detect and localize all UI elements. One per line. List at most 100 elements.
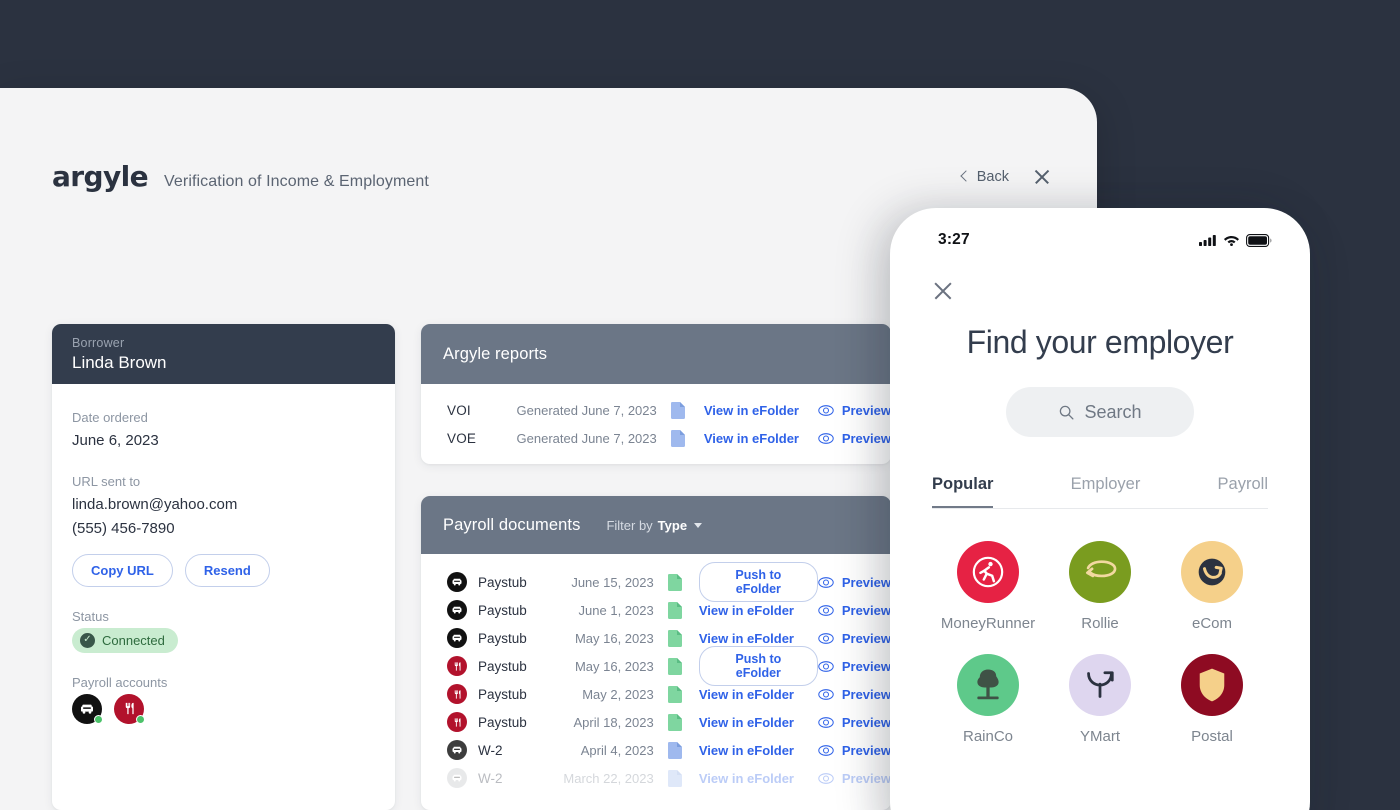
payroll-account-restaurant[interactable] xyxy=(114,693,145,724)
employer-tile-rainco[interactable]: RainCo xyxy=(932,654,1044,745)
eye-icon xyxy=(818,660,834,672)
borrower-card-header: Borrower Linda Brown xyxy=(52,324,395,384)
restaurant-icon xyxy=(454,717,461,727)
filter-value-label: Type xyxy=(657,517,688,533)
preview-button[interactable]: Preview xyxy=(818,743,891,758)
document-icon-green xyxy=(667,685,682,703)
smile-arrow-icon xyxy=(1198,558,1226,586)
runner-icon xyxy=(972,556,1004,588)
url-sent-label: URL sent to xyxy=(72,474,141,490)
employer-tile-postal[interactable]: Postal xyxy=(1156,654,1268,745)
argyle-reports-header: Argyle reports xyxy=(421,324,891,384)
eye-icon xyxy=(818,744,834,756)
eye-icon xyxy=(818,432,834,444)
view-in-efolder-link[interactable]: View in eFolder xyxy=(699,743,794,758)
borrower-card-body: Date ordered June 6, 2023 URL sent to li… xyxy=(52,384,395,766)
preview-button[interactable]: Preview xyxy=(818,687,891,702)
eye-icon xyxy=(818,716,834,728)
employer-tile-ecom[interactable]: eCom xyxy=(1156,541,1268,632)
tab-popular[interactable]: Popular xyxy=(932,475,994,508)
employer-avatar xyxy=(447,740,467,760)
restaurant-icon xyxy=(454,661,461,671)
preview-button[interactable]: Preview xyxy=(818,603,891,618)
preview-button[interactable]: Preview xyxy=(818,631,891,646)
filter-by-type-dropdown[interactable]: Filter by Type xyxy=(606,517,703,533)
employer-tile-ymart[interactable]: YMart xyxy=(1044,654,1156,745)
view-in-efolder-link[interactable]: View in eFolder xyxy=(699,771,794,786)
document-date: April 4, 2023 xyxy=(580,742,654,758)
restaurant-icon xyxy=(454,689,461,699)
report-type: VOI xyxy=(447,402,471,418)
phone-mockup: 3:27 Find your employer Search Popular E… xyxy=(890,208,1310,810)
preview-button[interactable]: Preview xyxy=(818,659,891,674)
url-sent-field: URL sent to linda.brown@yahoo.com (555) … xyxy=(72,474,375,587)
document-type: Paystub xyxy=(478,658,527,674)
payroll-documents-rows: Paystub June 15, 2023 Push to eFolder Previ… xyxy=(421,554,891,792)
restaurant-icon xyxy=(125,703,134,715)
preview-label: Preview xyxy=(841,574,891,590)
car-icon xyxy=(452,606,462,614)
preview-button[interactable]: Preview xyxy=(818,771,891,786)
view-in-efolder-link[interactable]: View in eFolder xyxy=(699,603,794,618)
document-date: May 16, 2023 xyxy=(574,658,654,674)
payroll-documents-card: Payroll documents Filter by Type Paystub… xyxy=(421,496,891,810)
close-icon[interactable] xyxy=(1033,168,1051,186)
employer-avatar xyxy=(447,628,467,648)
report-row: VOE Generated June 7, 2023 View in eFolder… xyxy=(421,424,891,452)
table-row: W-2 March 22, 2023 View in eFolder Preview xyxy=(421,764,891,792)
back-button[interactable]: Back xyxy=(960,169,1009,185)
preview-button[interactable]: Preview xyxy=(818,431,891,446)
account-status-dot xyxy=(136,714,145,724)
resend-button[interactable]: Resend xyxy=(184,553,270,587)
header-controls: Back xyxy=(960,168,1051,186)
view-in-efolder-link[interactable]: View in eFolder xyxy=(699,631,794,646)
document-date: March 22, 2023 xyxy=(563,770,654,786)
push-to-efolder-button[interactable]: Push to eFolder xyxy=(698,646,818,686)
phone-status-bar: 3:27 xyxy=(890,208,1310,262)
view-in-efolder-link[interactable]: View in eFolder xyxy=(704,403,799,418)
view-in-efolder-link[interactable]: View in eFolder xyxy=(704,431,799,446)
document-file-icon xyxy=(667,769,699,787)
view-in-efolder-link[interactable]: View in eFolder xyxy=(699,687,794,702)
document-icon-green xyxy=(667,657,682,675)
car-icon xyxy=(452,634,462,642)
push-to-efolder-button[interactable]: Push to eFolder xyxy=(698,562,818,602)
search-input[interactable]: Search xyxy=(1006,387,1194,437)
preview-button[interactable]: Preview xyxy=(818,403,891,418)
account-status-dot xyxy=(94,714,103,724)
borrower-name: Linda Brown xyxy=(72,352,167,372)
copy-url-button[interactable]: Copy URL xyxy=(72,553,173,587)
table-row: Paystub May 16, 2023 Push to eFolder Previe… xyxy=(421,646,891,686)
car-icon xyxy=(452,774,462,782)
eye-icon xyxy=(818,632,834,644)
date-ordered-value: June 6, 2023 xyxy=(72,432,159,449)
shield-icon xyxy=(1199,668,1225,702)
url-actions: Copy URL Resend xyxy=(72,553,375,587)
tab-payroll[interactable]: Payroll xyxy=(1218,475,1268,508)
document-type: W-2 xyxy=(478,770,503,786)
document-icon-blue xyxy=(671,401,686,419)
employer-tile-moneyrunner[interactable]: MoneyRunner xyxy=(932,541,1044,632)
page-title: Verification of Income & Employment xyxy=(164,173,429,190)
employer-tile-rollie[interactable]: Rollie xyxy=(1044,541,1156,632)
document-file-icon xyxy=(667,713,699,731)
employer-name: Postal xyxy=(1191,728,1233,745)
y-arrow-icon xyxy=(1087,671,1114,698)
back-button-label: Back xyxy=(976,169,1009,185)
employer-grid: MoneyRunner Rollie eCom RainCo YMart Postal xyxy=(932,541,1268,745)
payroll-documents-title: Payroll documents xyxy=(443,515,581,534)
view-in-efolder-link[interactable]: View in eFolder xyxy=(699,715,794,730)
payroll-documents-header: Payroll documents Filter by Type xyxy=(421,496,891,554)
preview-label: Preview xyxy=(841,770,891,786)
argyle-logo: argyle xyxy=(52,160,149,193)
preview-label: Preview xyxy=(841,430,891,446)
payroll-accounts-label: Payroll accounts xyxy=(72,674,168,690)
payroll-account-car[interactable] xyxy=(72,693,103,724)
preview-button[interactable]: Preview xyxy=(818,575,891,590)
cellular-icon xyxy=(1199,235,1216,246)
preview-button[interactable]: Preview xyxy=(818,715,891,730)
close-icon[interactable] xyxy=(932,280,954,302)
tab-employer[interactable]: Employer xyxy=(1071,475,1141,508)
document-file-icon xyxy=(667,741,699,759)
filter-prefix-label: Filter by xyxy=(606,517,653,533)
